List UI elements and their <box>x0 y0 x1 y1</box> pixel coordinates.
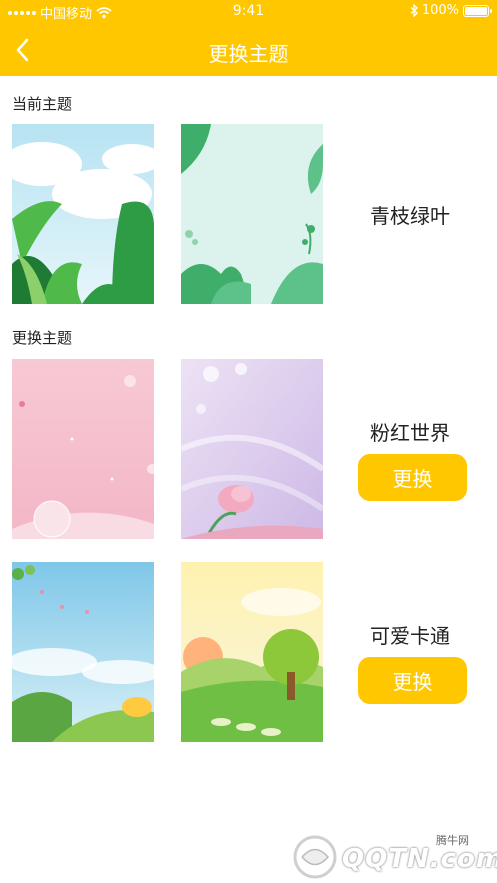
change-pink-theme-button[interactable]: 更换 <box>358 454 467 501</box>
watermark-logo: QQTN.com 腾牛网 <box>290 832 497 880</box>
theme-cartoon-preview-1 <box>12 562 154 742</box>
watermark-text: QQTN.com <box>342 844 497 874</box>
current-theme-preview-2 <box>181 124 323 304</box>
nav-bar: 更换主题 <box>0 24 497 76</box>
status-bar: 中国移动 9:41 100% <box>0 0 497 24</box>
change-theme-label: 更换主题 <box>12 329 73 347</box>
page-title: 更换主题 <box>208 42 289 66</box>
watermark-swirl-icon <box>293 835 337 879</box>
change-cartoon-theme-button[interactable]: 更换 <box>358 657 467 704</box>
theme-pink-preview-1 <box>12 359 154 539</box>
bluetooth-icon <box>410 4 418 17</box>
battery-icon <box>463 4 492 17</box>
current-theme-name: 青枝绿叶 <box>370 204 450 228</box>
current-theme-label: 当前主题 <box>12 95 73 113</box>
theme-cartoon-preview-2 <box>181 562 323 742</box>
theme-pink-preview-2 <box>181 359 323 539</box>
battery-percent: 100% <box>421 3 459 18</box>
watermark-cn: 腾牛网 <box>436 834 469 847</box>
theme-pink-name: 粉红世界 <box>370 421 450 445</box>
app-header: 中国移动 9:41 100% 更换主题 <box>0 0 497 76</box>
theme-cartoon-name: 可爱卡通 <box>370 624 450 648</box>
current-theme-preview-1 <box>12 124 154 304</box>
